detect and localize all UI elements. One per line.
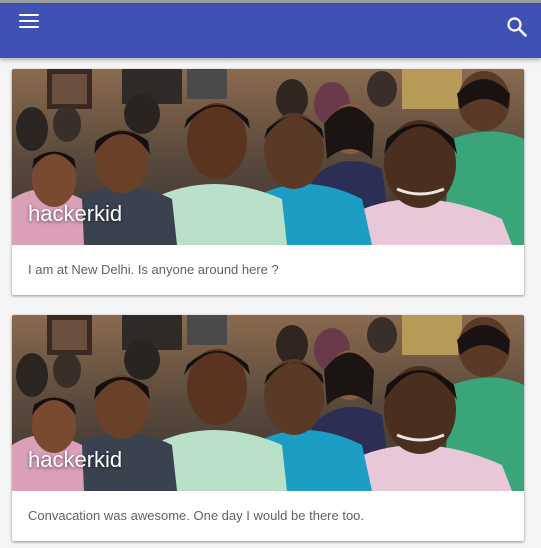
post-card[interactable]: hackerkid I am at New Delhi. Is anyone a… <box>12 69 524 295</box>
menu-bar-line <box>19 20 39 22</box>
app-bar <box>0 3 541 58</box>
search-icon[interactable] <box>506 16 528 38</box>
post-text: I am at New Delhi. Is anyone around here… <box>28 262 279 277</box>
post-author: hackerkid <box>28 447 123 472</box>
post-photo: hackerkid <box>12 69 524 245</box>
post-card[interactable]: hackerkid Convacation was awesome. One d… <box>12 315 524 541</box>
menu-icon[interactable] <box>19 13 41 29</box>
post-text: Convacation was awesome. One day I would… <box>28 508 365 523</box>
menu-bar-line <box>19 14 39 16</box>
menu-bar-line <box>19 26 39 28</box>
post-author: hackerkid <box>28 201 123 226</box>
post-photo: hackerkid <box>12 315 524 491</box>
